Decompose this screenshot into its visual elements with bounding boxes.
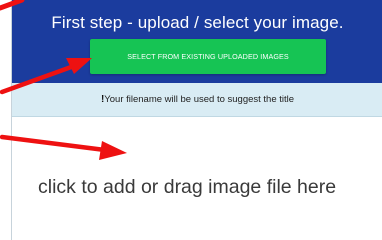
upload-panel: First step - upload / select your image.… <box>11 0 382 240</box>
page-background <box>0 0 11 240</box>
dropzone-label: click to add or drag image file here <box>38 176 337 198</box>
select-existing-images-button[interactable]: SELECT FROM EXISTING UPLOADED IMAGES <box>90 39 326 74</box>
upload-header: First step - upload / select your image.… <box>12 0 382 83</box>
step-title: First step - upload / select your image. <box>51 13 344 32</box>
notice-text: Your filename will be used to suggest th… <box>104 94 295 105</box>
filename-notice: !Your filename will be used to suggest t… <box>12 83 382 117</box>
image-dropzone[interactable]: click to add or drag image file here <box>12 117 382 240</box>
